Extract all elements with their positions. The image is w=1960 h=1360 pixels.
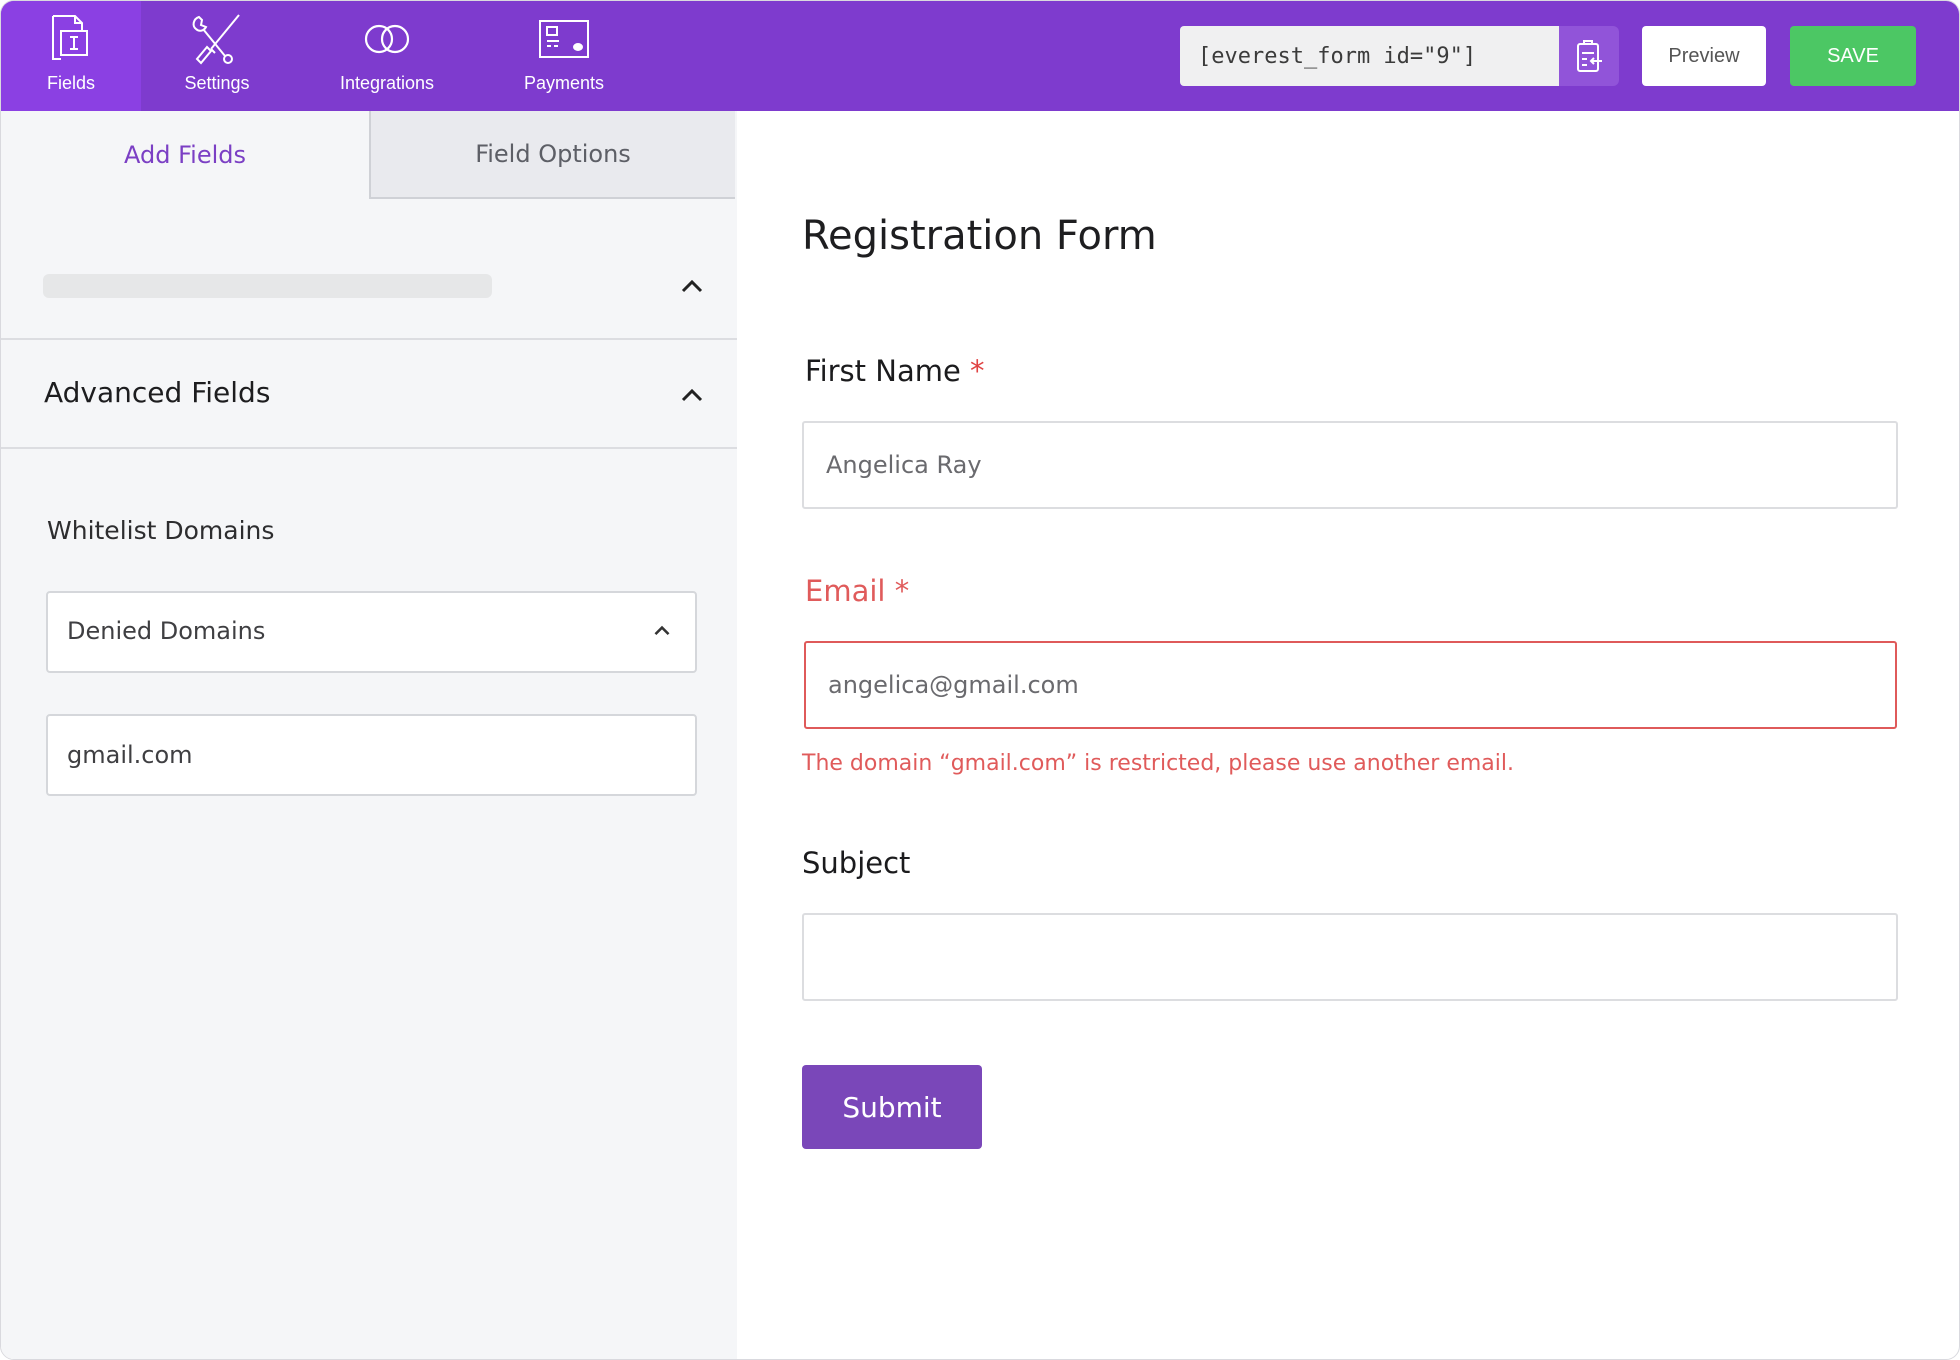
chevron-up-icon[interactable] bbox=[681, 388, 703, 402]
shortcode-field[interactable]: [everest_form id="9"] bbox=[1180, 26, 1559, 86]
save-button[interactable]: SAVE bbox=[1790, 26, 1916, 86]
tab-field-options[interactable]: Field Options bbox=[369, 111, 735, 199]
nav-tab-fields[interactable]: Fields bbox=[1, 1, 141, 111]
clipboard-copy-icon bbox=[1577, 40, 1602, 72]
loading-placeholder-bar bbox=[43, 274, 492, 298]
chevron-up-icon bbox=[654, 625, 670, 636]
top-bar: Fields Settings Integrations Payments [e… bbox=[1, 1, 1959, 111]
email-error-message: The domain “gmail.com” is restricted, pl… bbox=[802, 751, 1514, 776]
email-input[interactable] bbox=[804, 641, 1897, 729]
nav-tab-payments[interactable]: Payments bbox=[494, 1, 634, 111]
subject-input[interactable] bbox=[802, 913, 1898, 1001]
first-name-label: First Name * bbox=[805, 354, 985, 388]
label-text: Email bbox=[805, 574, 886, 608]
copy-shortcode-button[interactable] bbox=[1559, 26, 1619, 86]
form-builder-window: Fields Settings Integrations Payments [e… bbox=[0, 0, 1960, 1360]
nav-tab-label: Integrations bbox=[339, 73, 435, 93]
email-label: Email * bbox=[805, 574, 909, 608]
label-text: First Name bbox=[805, 354, 961, 388]
sidebar-panel: Add Fields Field Options Advanced Fields… bbox=[1, 111, 737, 1359]
submit-button[interactable]: Submit bbox=[802, 1065, 982, 1149]
payments-icon bbox=[539, 20, 589, 58]
field-group-section bbox=[1, 199, 737, 340]
chevron-up-icon[interactable] bbox=[681, 279, 703, 293]
whitelist-mode-select[interactable]: Denied Domains bbox=[46, 591, 697, 673]
nav-tab-label: Fields bbox=[46, 73, 95, 93]
fields-icon bbox=[52, 15, 88, 60]
nav-tab-integrations[interactable]: Integrations bbox=[317, 1, 457, 111]
required-asterisk: * bbox=[894, 574, 910, 608]
nav-tab-settings[interactable]: Settings bbox=[147, 1, 287, 111]
tab-add-fields[interactable]: Add Fields bbox=[1, 111, 369, 199]
required-asterisk: * bbox=[970, 354, 985, 388]
section-title: Advanced Fields bbox=[44, 376, 271, 409]
nav-tab-label: Payments bbox=[523, 73, 605, 93]
domains-input[interactable] bbox=[46, 714, 697, 796]
subject-label: Subject bbox=[802, 846, 911, 880]
preview-button[interactable]: Preview bbox=[1642, 26, 1766, 86]
shortcode-text: [everest_form id="9"] bbox=[1198, 43, 1477, 69]
whitelist-domains-label: Whitelist Domains bbox=[47, 516, 275, 545]
select-value: Denied Domains bbox=[67, 617, 266, 645]
form-title: Registration Form bbox=[802, 213, 1157, 259]
nav-tab-label: Settings bbox=[184, 73, 250, 93]
first-name-input[interactable] bbox=[802, 421, 1898, 509]
settings-icon bbox=[192, 14, 240, 65]
integrations-icon bbox=[364, 24, 410, 54]
advanced-fields-section[interactable]: Advanced Fields bbox=[1, 340, 737, 449]
